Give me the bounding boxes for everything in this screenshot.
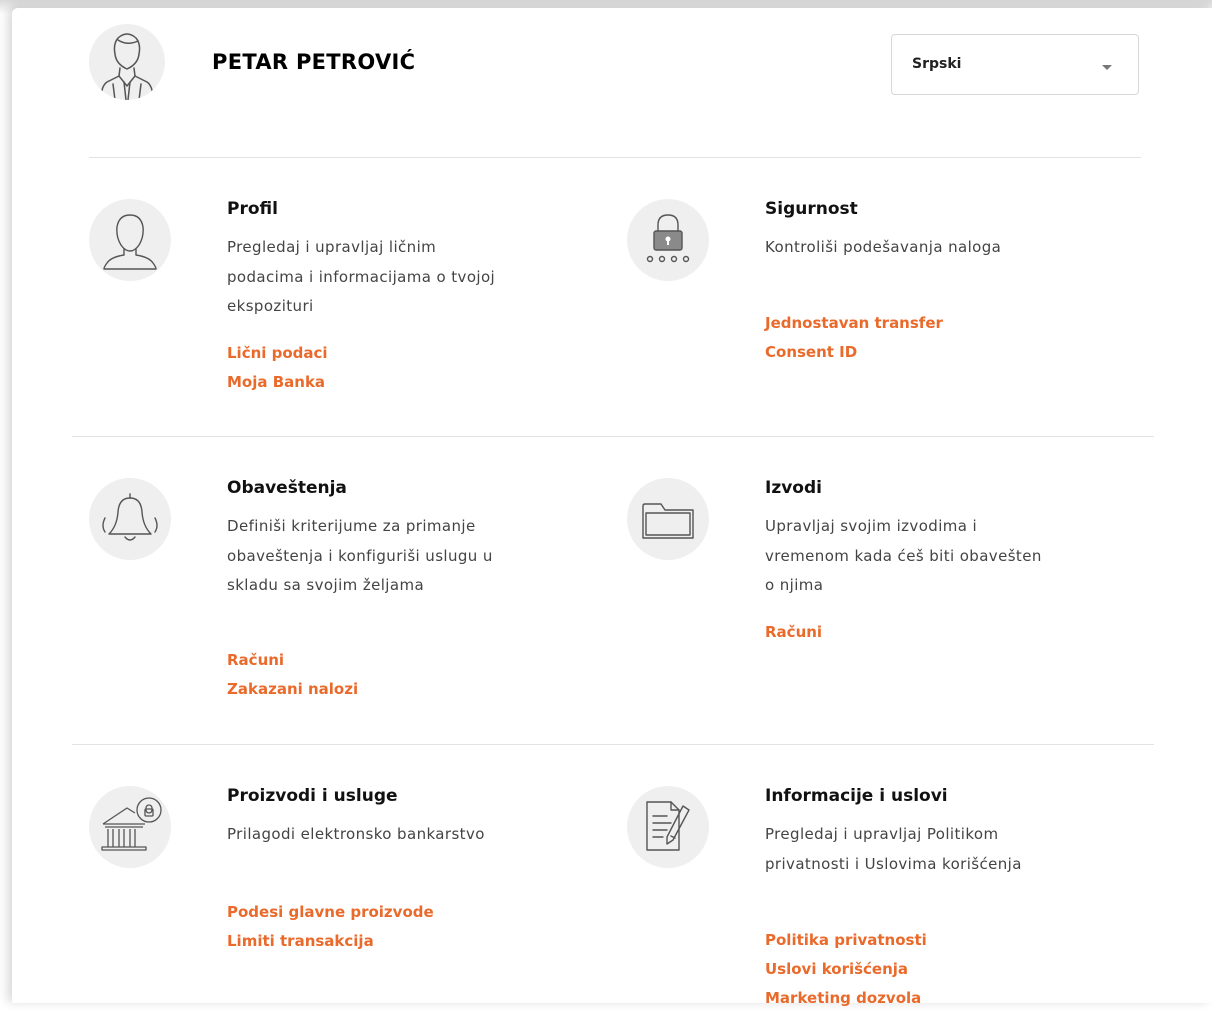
card-description: Definiši kriterijume za primanje obavešt… (227, 517, 493, 594)
header-avatar (89, 24, 165, 100)
link-licni-podaci[interactable]: Lični podaci (227, 339, 527, 368)
card-links: Jednostavan transfer Consent ID (765, 309, 1065, 367)
link-zakazani-nalozi[interactable]: Zakazani nalozi (227, 675, 527, 704)
card-description: Kontroliši podešavanja naloga (765, 238, 1002, 256)
card-links: Podesi glavne proizvode Limiti transakci… (227, 898, 527, 956)
divider (89, 157, 1141, 158)
link-uslovi-koriscenja[interactable]: Uslovi korišćenja (765, 955, 1065, 984)
language-value: Srpski (912, 56, 962, 72)
divider (72, 744, 1154, 745)
user-icon (103, 214, 157, 270)
card-informacije-i-uslovi: Informacije i uslovi Pregledaj i upravlj… (627, 786, 1067, 1007)
card-title: Sigurnost (765, 199, 858, 219)
user-name: PETAR PETROVIĆ (212, 50, 416, 74)
card-obavestenja: Obaveštenja Definiši kriterijume za prim… (89, 478, 529, 718)
bank-icon (101, 797, 162, 851)
link-podesi-glavne-proizvode[interactable]: Podesi glavne proizvode (227, 898, 527, 927)
link-racuni[interactable]: Računi (765, 618, 1065, 647)
link-consent-id[interactable]: Consent ID (765, 338, 1065, 367)
user-avatar-icon (100, 33, 154, 100)
link-moja-banka[interactable]: Moja Banka (227, 368, 527, 397)
card-icon-obavestenja (89, 478, 171, 560)
card-title: Profil (227, 199, 278, 219)
card-title: Obaveštenja (227, 478, 347, 498)
card-title: Informacije i uslovi (765, 786, 948, 806)
card-icon-sigurnost (627, 199, 709, 281)
card-links: Lični podaci Moja Banka (227, 339, 527, 397)
card-title: Izvodi (765, 478, 822, 498)
card-icon-proizvodi (89, 786, 171, 868)
card-izvodi: Izvodi Upravljaj svojim izvodima i vreme… (627, 478, 1067, 678)
card-icon-profil (89, 199, 171, 281)
card-description: Upravljaj svojim izvodima i vremenom kad… (765, 517, 1042, 594)
document-pen-icon (646, 801, 690, 851)
card-profil: Profil Pregledaj i upravljaj ličnim poda… (89, 199, 529, 399)
card-icon-informacije (627, 786, 709, 868)
card-links: Politika privatnosti Uslovi korišćenja M… (765, 926, 1065, 1013)
link-jednostavan-transfer[interactable]: Jednostavan transfer (765, 309, 1065, 338)
bell-icon (102, 493, 158, 541)
card-links: Računi (765, 618, 1065, 647)
link-limiti-transakcija[interactable]: Limiti transakcija (227, 927, 527, 956)
card-icon-izvodi (627, 478, 709, 560)
link-racuni[interactable]: Računi (227, 646, 527, 675)
link-politika-privatnosti[interactable]: Politika privatnosti (765, 926, 1065, 955)
language-select[interactable]: Srpski (891, 34, 1139, 95)
card-description: Pregledaj i upravljaj ličnim podacima i … (227, 238, 496, 315)
card-description: Pregledaj i upravljaj Politikom privatno… (765, 825, 1022, 873)
divider (72, 436, 1154, 437)
folder-icon (642, 503, 694, 539)
card-description: Prilagodi elektronsko bankarstvo (227, 825, 485, 843)
card-sigurnost: Sigurnost Kontroliši podešavanja naloga … (627, 199, 1067, 399)
card-title: Proizvodi i usluge (227, 786, 398, 806)
card-links: Računi Zakazani nalozi (227, 646, 527, 704)
card-proizvodi-i-usluge: Proizvodi i usluge Prilagodi elektronsko… (89, 786, 529, 966)
lock-icon (646, 214, 690, 263)
chevron-down-icon (1102, 65, 1112, 70)
link-marketing-dozvola[interactable]: Marketing dozvola (765, 984, 1065, 1013)
